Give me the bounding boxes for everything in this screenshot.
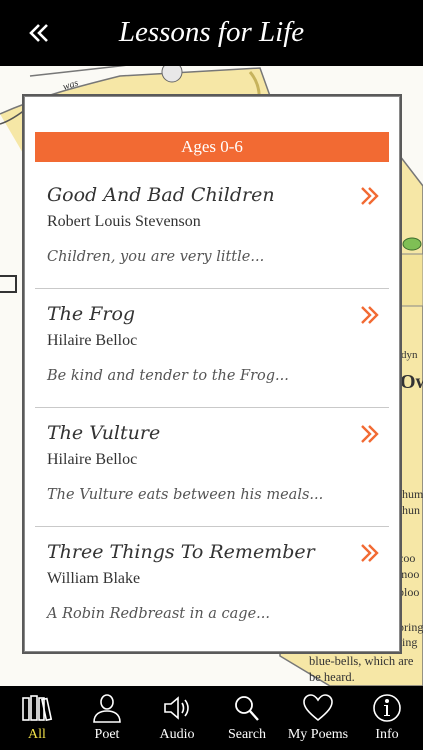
person-icon [93, 694, 121, 723]
poem-excerpt: The Vulture eats between his meals... [47, 487, 324, 503]
tab-all[interactable]: All [2, 686, 72, 750]
tab-label: Info [375, 727, 399, 742]
list-item[interactable]: Three Things To Remember William Blake A… [35, 527, 389, 645]
tab-info[interactable]: Info [352, 686, 422, 750]
info-icon [373, 694, 401, 722]
double-chevron-right-icon[interactable] [359, 304, 381, 326]
tab-search[interactable]: Search [212, 686, 282, 750]
bg-text: hun [402, 503, 420, 517]
bg-text: be heard. [309, 670, 355, 684]
search-icon [235, 696, 259, 721]
poet-name: William Blake [47, 570, 141, 587]
tab-label: Poet [94, 727, 120, 742]
poet-name: Robert Louis Stevenson [47, 213, 201, 230]
books-icon [22, 695, 53, 722]
bg-text: bloo [398, 585, 419, 599]
tab-bar: All Poet Audio Search My Poems Info [0, 686, 423, 750]
poem-list-card: Ages 0-6 Good And Bad Children Robert Lo… [24, 96, 400, 652]
page-title: Lessons for Life [118, 16, 305, 48]
poem-title: The Vulture [47, 422, 161, 444]
bg-text: dyn [401, 349, 418, 361]
list-item[interactable]: Good And Bad Children Robert Louis Steve… [35, 170, 389, 289]
list-item[interactable]: The Frog Hilaire Belloc Be kind and tend… [35, 289, 389, 408]
double-chevron-right-icon[interactable] [359, 423, 381, 445]
list-item[interactable]: The Vulture Hilaire Belloc The Vulture e… [35, 408, 389, 527]
poet-name: Hilaire Belloc [47, 332, 138, 349]
bg-text: moo [398, 567, 419, 581]
heart-icon [303, 694, 333, 722]
poem-title: Three Things To Remember [47, 541, 315, 563]
poem-excerpt: Children, you are very little... [47, 249, 265, 265]
poet-name: Hilaire Belloc [47, 451, 138, 468]
bg-text: hum [402, 487, 423, 501]
tab-audio[interactable]: Audio [142, 686, 212, 750]
bg-text: Ow [400, 371, 423, 393]
section-header: Ages 0-6 [35, 132, 389, 162]
bg-text: coo [398, 551, 415, 565]
tab-label: My Poems [287, 727, 349, 742]
bg-text: ring [398, 635, 417, 649]
poem-excerpt: Be kind and tender to the Frog... [47, 368, 289, 384]
tab-label: Search [227, 727, 267, 742]
tab-label: All [28, 727, 46, 742]
bg-text: blue-bells, which are [309, 654, 414, 668]
poem-title: The Frog [47, 303, 136, 325]
double-chevron-right-icon[interactable] [359, 185, 381, 207]
double-chevron-right-icon[interactable] [359, 542, 381, 564]
poem-excerpt: A Robin Redbreast in a cage... [47, 606, 270, 622]
speaker-icon [164, 696, 189, 720]
bg-text: pring [398, 620, 423, 634]
tab-my-poems[interactable]: My Poems [283, 686, 353, 750]
tab-label: Audio [159, 727, 195, 742]
navigation-bar: Lessons for Life [0, 0, 423, 66]
tab-poet[interactable]: Poet [72, 686, 142, 750]
poem-title: Good And Bad Children [47, 184, 275, 206]
